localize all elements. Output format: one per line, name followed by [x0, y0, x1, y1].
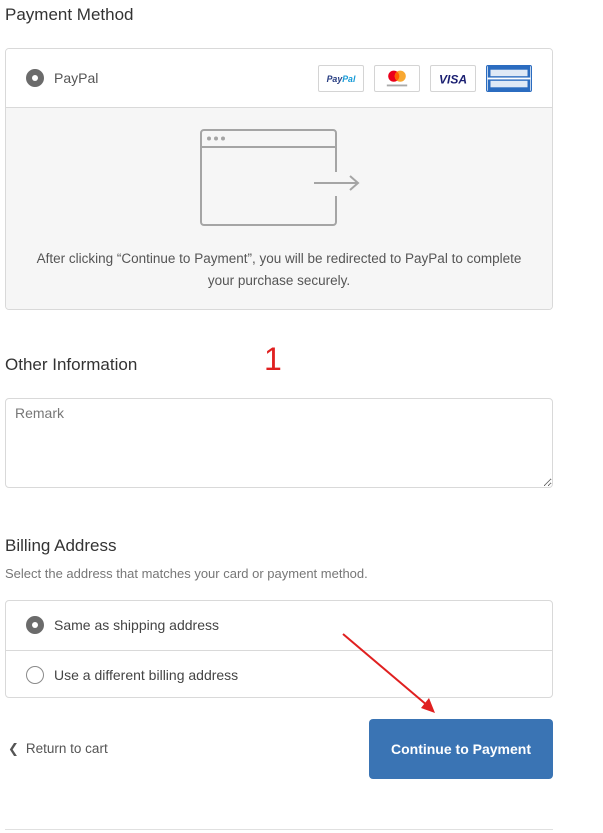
svg-text:PayPal: PayPal [327, 74, 356, 84]
billing-address-subtitle: Select the address that matches your car… [5, 566, 368, 581]
browser-redirect-icon [200, 129, 360, 226]
paypal-option[interactable]: PayPal PayPal VISA [6, 49, 552, 108]
continue-to-payment-button[interactable]: Continue to Payment [369, 719, 553, 779]
bottom-divider [5, 829, 553, 830]
annotation-step-number: 1 [264, 341, 282, 377]
different-address-radio[interactable] [26, 666, 44, 684]
payment-method-box: PayPal PayPal VISA After clicking “Conti… [5, 48, 553, 310]
return-to-cart-label: Return to cart [25, 741, 108, 756]
billing-option-different[interactable]: Use a different billing address [6, 650, 552, 697]
paypal-redirect-panel: After clicking “Continue to Payment”, yo… [6, 108, 552, 309]
paypal-option-label: PayPal [54, 70, 99, 86]
chevron-left-icon: ❮ [8, 741, 19, 756]
paypal-radio[interactable] [26, 69, 44, 87]
same-address-radio[interactable] [26, 616, 44, 634]
billing-option-label: Same as shipping address [54, 617, 219, 633]
redirect-message: After clicking “Continue to Payment”, yo… [36, 251, 522, 288]
billing-option-same[interactable]: Same as shipping address [6, 601, 552, 650]
billing-options: Same as shipping address Use a different… [5, 600, 553, 698]
remark-textarea[interactable] [5, 398, 553, 488]
return-to-cart-link[interactable]: ❮ Return to cart [8, 741, 108, 757]
mastercard-icon [374, 65, 420, 92]
svg-text:VISA: VISA [439, 73, 467, 87]
billing-option-label: Use a different billing address [54, 667, 239, 683]
payment-method-title: Payment Method [5, 5, 134, 24]
other-information-title: Other Information [5, 355, 138, 374]
visa-icon: VISA [430, 65, 476, 92]
paypal-card-icon: PayPal [318, 65, 364, 92]
billing-address-title: Billing Address [5, 536, 117, 555]
american-express-icon [486, 65, 532, 92]
